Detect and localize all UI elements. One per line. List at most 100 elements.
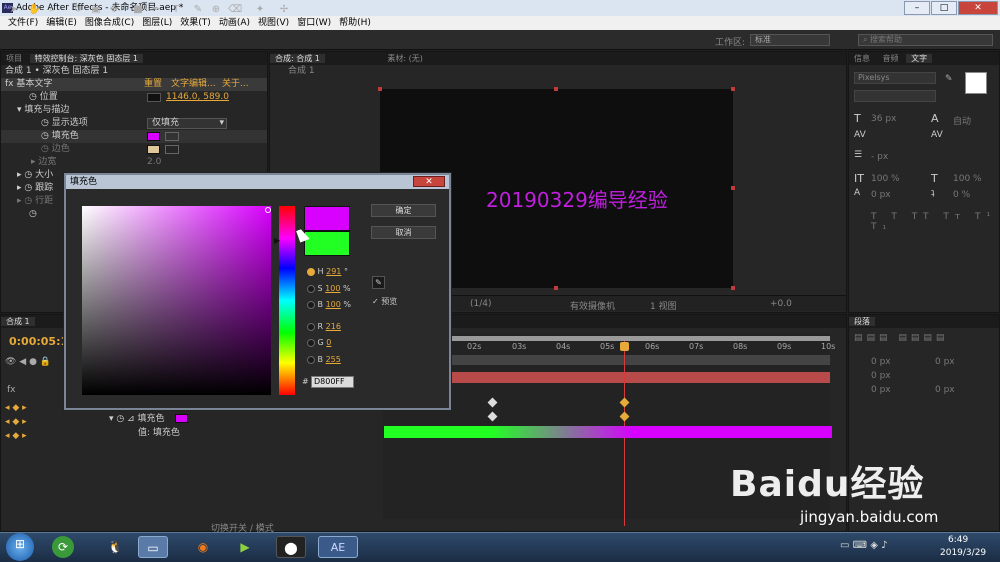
menu-view[interactable]: 视图(V) (254, 16, 293, 30)
eraser-tool-icon[interactable]: ⌫ (228, 4, 242, 16)
font-select[interactable]: Pixelsys (854, 72, 936, 84)
player-icon[interactable]: ▶ (230, 536, 260, 558)
puppet-tool-icon[interactable]: ✦ (254, 4, 266, 16)
rectangle-tool-icon[interactable]: ■ (132, 4, 144, 16)
stroke-color-swatch[interactable] (147, 145, 160, 154)
timecode-display[interactable]: 0:00:05:1 (9, 335, 68, 348)
baseline-value[interactable]: 0 px (871, 190, 891, 200)
position-value[interactable]: 1146.0, 589.0 (166, 91, 229, 104)
ae-taskbar-button[interactable]: AE (318, 536, 358, 558)
tab-info[interactable]: 信息 (849, 54, 875, 63)
channel-value[interactable]: 291 (326, 267, 341, 276)
keyframe-nav-icons[interactable]: ◂ ◆ ▸ (5, 431, 27, 441)
ok-button[interactable]: 确定 (371, 204, 436, 217)
channel-radio[interactable] (307, 284, 315, 293)
hue-slider-arrow-icon[interactable]: ▶ (274, 236, 280, 245)
maximize-button[interactable]: □ (931, 1, 957, 15)
crosshair-icon[interactable] (147, 93, 161, 102)
display-option-select[interactable]: 仅填充 ▾ (147, 118, 227, 129)
menu-edit[interactable]: 编辑(E) (42, 16, 81, 30)
tab-footage[interactable]: 素材: (无) (327, 54, 427, 63)
tray-icons[interactable]: ▭ ⌨ ◈ ♪ (840, 540, 888, 551)
playhead-handle[interactable] (620, 342, 629, 351)
views-select[interactable]: 1 视图 (650, 299, 677, 312)
indent-right-value[interactable]: 0 px (935, 357, 955, 367)
channel-value[interactable]: 216 (326, 322, 341, 331)
reset-link[interactable]: 重置 (144, 78, 162, 91)
hand-tool-icon[interactable]: ✋ (28, 4, 40, 16)
tab-audio[interactable]: 音频 (878, 54, 904, 63)
eyedropper-icon[interactable]: ✎ (945, 74, 953, 84)
tsume-value[interactable]: 0 % (953, 190, 970, 200)
exposure-value[interactable]: +0.0 (770, 299, 792, 309)
stroke-width-value[interactable]: - px (871, 152, 888, 162)
rotate-tool-icon[interactable]: ↻ (72, 4, 84, 16)
bounding-handle[interactable] (731, 286, 735, 290)
checkbox-icon[interactable]: ✓ (372, 297, 381, 306)
space-before-value[interactable]: 0 px (871, 385, 891, 395)
channel-value[interactable]: 100 (325, 284, 340, 293)
firefox-icon[interactable]: ◉ (188, 536, 218, 558)
browser-icon[interactable]: ⟳ (52, 536, 74, 558)
bounding-handle[interactable] (378, 87, 382, 91)
text-style-buttons[interactable]: T T TT Tт T¹ T₁ (871, 212, 999, 232)
stroke-width-value[interactable]: 2.0 (147, 156, 161, 169)
explorer-icon[interactable]: ▭ (138, 536, 168, 558)
menu-effect[interactable]: 效果(T) (176, 16, 215, 30)
hue-slider[interactable] (279, 206, 295, 395)
collapse-arrow-icon[interactable]: ▸ ◷ (17, 196, 35, 206)
leading-value[interactable]: 自动 (953, 114, 971, 127)
eyedropper-icon[interactable] (165, 132, 179, 141)
bounding-handle[interactable] (554, 286, 558, 290)
effect-row[interactable]: fx 基本文字 重置 文字编辑... 关于... (1, 78, 267, 91)
clock-time[interactable]: 6:49 (948, 535, 968, 545)
vertical-scale-value[interactable]: 100 % (871, 174, 900, 184)
pan-behind-tool-icon[interactable]: ✥ (108, 4, 120, 16)
color-field-cursor[interactable] (265, 207, 271, 213)
dialog-close-button[interactable]: ✕ (413, 176, 445, 187)
channel-radio[interactable] (307, 338, 315, 347)
about-link[interactable]: 关于... (222, 78, 249, 91)
menu-layer[interactable]: 图层(L) (138, 16, 176, 30)
eyedropper-icon[interactable]: ✎ (372, 276, 385, 289)
tab-timeline-comp[interactable]: 合成 1 (1, 317, 35, 326)
expand-arrow-icon[interactable]: ▾ ◷ ⊿ (109, 414, 138, 424)
start-button[interactable]: ⊞ (6, 533, 34, 561)
menu-window[interactable]: 窗口(W) (293, 16, 335, 30)
align-buttons[interactable]: ▤▤▤ ▤▤▤▤ (854, 333, 948, 343)
pin-tool-icon[interactable]: ✢ (278, 4, 290, 16)
preview-checkbox[interactable]: ✓ 预览 (372, 297, 397, 307)
font-size-value[interactable]: 36 px (871, 114, 896, 124)
horizontal-scale-value[interactable]: 100 % (953, 174, 982, 184)
menu-animation[interactable]: 动画(A) (215, 16, 254, 30)
minimize-button[interactable]: – (904, 1, 930, 15)
resolution-select[interactable]: (1/4) (470, 299, 492, 309)
hex-input[interactable]: D800FF (311, 376, 354, 388)
tab-paragraph[interactable]: 段落 (849, 317, 875, 326)
space-after-value[interactable]: 0 px (935, 385, 955, 395)
tab-project[interactable]: 项目 (1, 54, 27, 63)
cancel-button[interactable]: 取消 (371, 226, 436, 239)
fill-color-chip[interactable] (965, 72, 987, 94)
text-tool-icon[interactable]: T (170, 4, 182, 16)
channel-value[interactable]: 255 (326, 355, 341, 364)
keyframe-nav-icons[interactable]: ◂ ◆ ▸ (5, 417, 27, 427)
collapse-arrow-icon[interactable]: ▸ ◷ (17, 183, 35, 193)
keyframe-nav-icons[interactable]: ◂ ◆ ▸ (5, 403, 27, 413)
eyedropper-icon[interactable] (165, 145, 179, 154)
stopwatch-icon[interactable]: ◷ (29, 92, 40, 102)
indent-first-value[interactable]: 0 px (871, 371, 891, 381)
workspace-select[interactable]: 标准 (750, 34, 830, 46)
channel-radio[interactable] (307, 300, 315, 309)
clock-date[interactable]: 2019/3/29 (940, 548, 986, 558)
menu-composition[interactable]: 图像合成(C) (81, 16, 138, 30)
tab-effect-controls[interactable]: 特效控制台: 深灰色 固态层 1 (29, 54, 143, 63)
bounding-handle[interactable] (554, 87, 558, 91)
comp-subtab[interactable]: 合成 1 (270, 65, 846, 78)
pen-tool-icon[interactable]: ✒ (150, 4, 162, 16)
recorder-icon[interactable]: ⬤ (276, 536, 306, 558)
camera-tool-icon[interactable]: ▣ (90, 4, 102, 16)
camera-select[interactable]: 有效摄像机 (570, 299, 615, 312)
close-button[interactable]: ✕ (958, 1, 998, 15)
menu-file[interactable]: 文件(F) (4, 16, 42, 30)
